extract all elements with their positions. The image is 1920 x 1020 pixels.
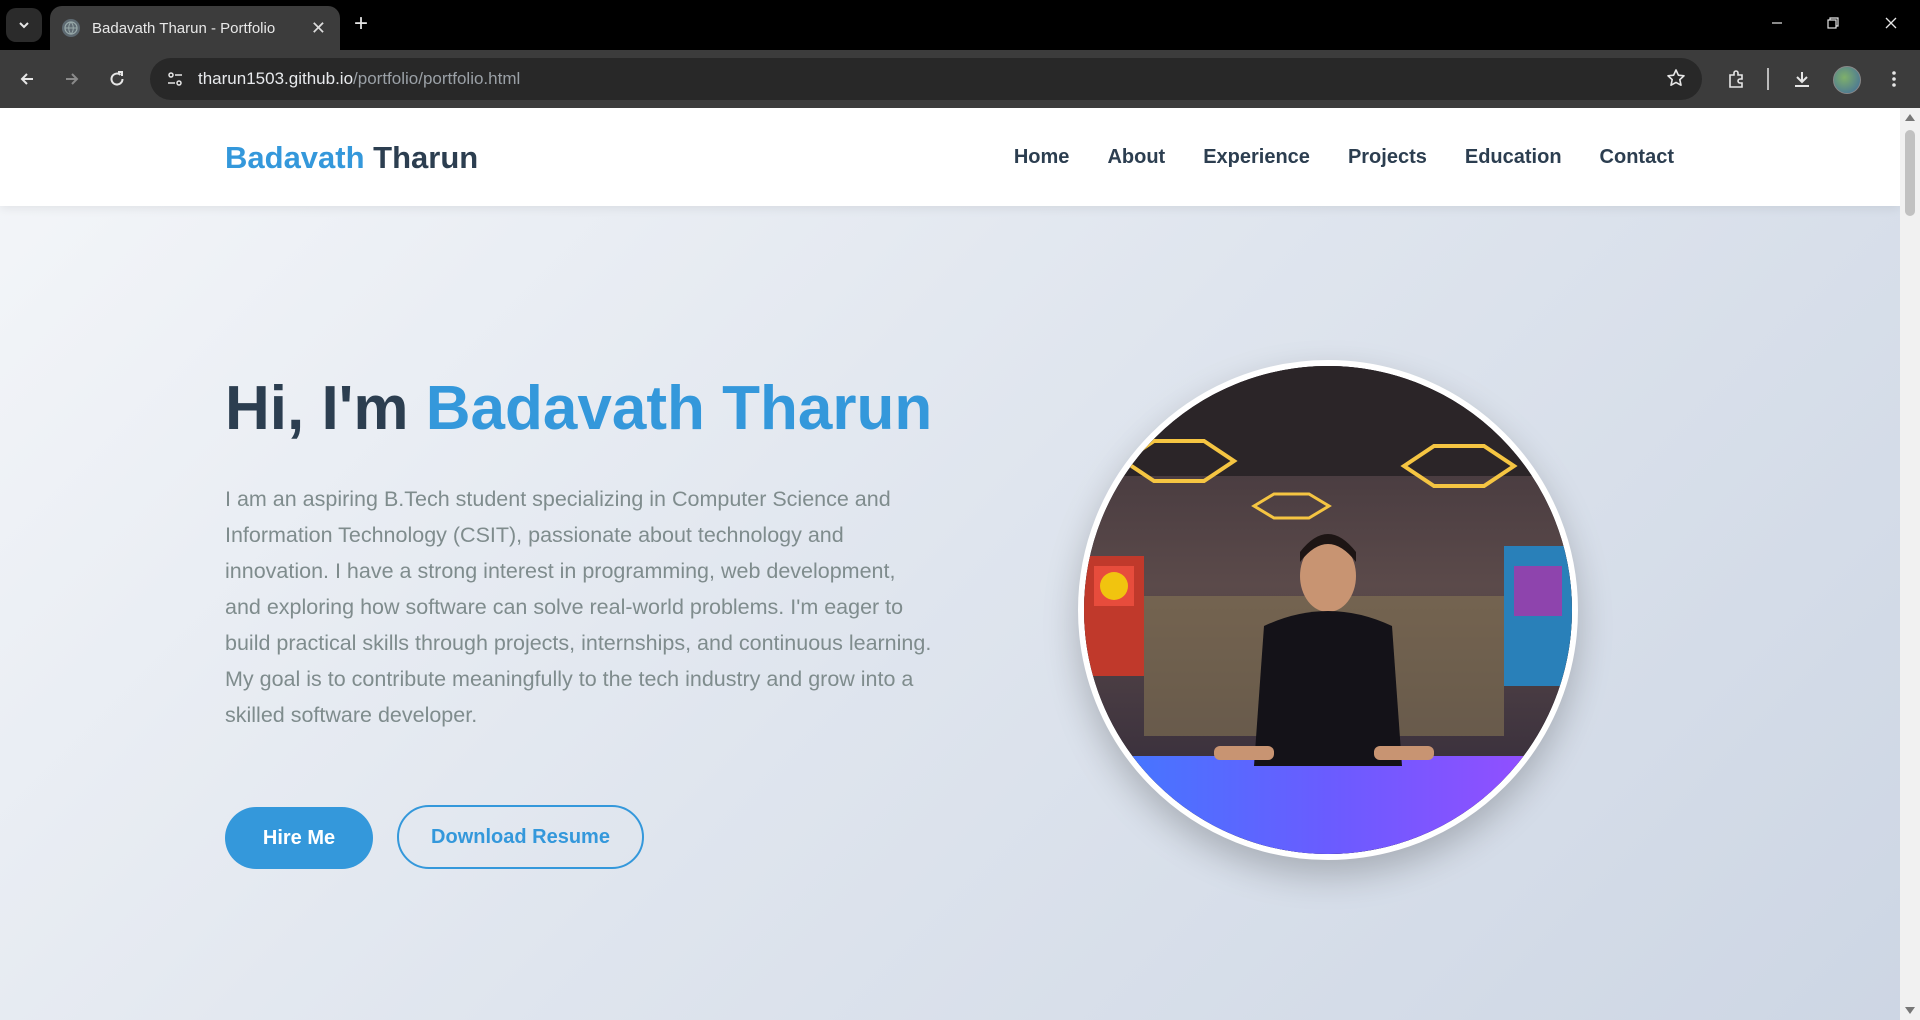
hero-description: I am an aspiring B.Tech student speciali… [225,487,932,727]
minimize-icon[interactable] [1755,8,1799,38]
logo-last-name: Tharun [373,140,479,175]
forward-icon[interactable] [56,63,88,95]
nav-projects[interactable]: Projects [1348,146,1427,169]
download-resume-button[interactable]: Download Resume [397,805,644,869]
new-tab-icon[interactable]: + [354,12,368,36]
restore-icon[interactable] [1811,8,1855,38]
tab-strip: Badavath Tharun - Portfolio ✕ + [0,0,1920,50]
profile-avatar[interactable] [1833,66,1861,94]
page-content: Badavath Tharun Home About Experience Pr… [0,108,1900,1020]
logo-first-name: Badavath [225,140,365,175]
extensions-icon[interactable] [1720,63,1752,95]
site-logo[interactable]: Badavath Tharun [225,140,478,176]
tab-title: Badavath Tharun - Portfolio [92,19,276,37]
hero-name: Badavath Tharun [425,374,933,443]
browser-tab[interactable]: Badavath Tharun - Portfolio ✕ [50,6,340,50]
nav-education[interactable]: Education [1465,146,1562,169]
hero-title: Hi, I'm Badavath Tharun [225,373,932,444]
url-host: tharun1503.github.io [198,69,354,88]
nav-contact[interactable]: Contact [1600,146,1674,169]
nav-about[interactable]: About [1107,146,1165,169]
address-bar[interactable]: tharun1503.github.io/portfolio/portfolio… [150,58,1702,100]
scroll-up-icon[interactable] [1905,114,1915,121]
page-scrollbar[interactable] [1900,108,1920,1020]
tab-search-button[interactable] [6,8,42,42]
hero-greeting: Hi, I'm [225,374,426,443]
chevron-down-icon [19,22,29,29]
download-icon[interactable] [1786,63,1818,95]
reload-icon[interactable] [101,63,133,95]
profile-photo-illustration [1084,366,1572,854]
back-icon[interactable] [11,63,43,95]
url-text: tharun1503.github.io/portfolio/portfolio… [198,69,520,89]
nav-experience[interactable]: Experience [1203,146,1310,169]
close-window-icon[interactable] [1869,8,1913,38]
scrollbar-thumb[interactable] [1905,130,1915,216]
scroll-down-icon[interactable] [1905,1007,1915,1014]
site-info-icon[interactable] [164,68,186,90]
hire-me-button[interactable]: Hire Me [225,807,373,869]
main-nav: Home About Experience Projects Education… [976,146,1674,169]
bookmark-star-icon[interactable] [1666,68,1686,93]
browser-toolbar: tharun1503.github.io/portfolio/portfolio… [0,50,1920,108]
close-tab-icon[interactable]: ✕ [311,19,326,37]
globe-icon [62,19,80,37]
more-menu-icon[interactable] [1878,63,1910,95]
url-path: /portfolio/portfolio.html [353,69,521,88]
profile-photo [1078,360,1578,860]
nav-home[interactable]: Home [1014,146,1070,169]
toolbar-separator [1767,68,1769,90]
site-header: Badavath Tharun Home About Experience Pr… [0,108,1900,206]
